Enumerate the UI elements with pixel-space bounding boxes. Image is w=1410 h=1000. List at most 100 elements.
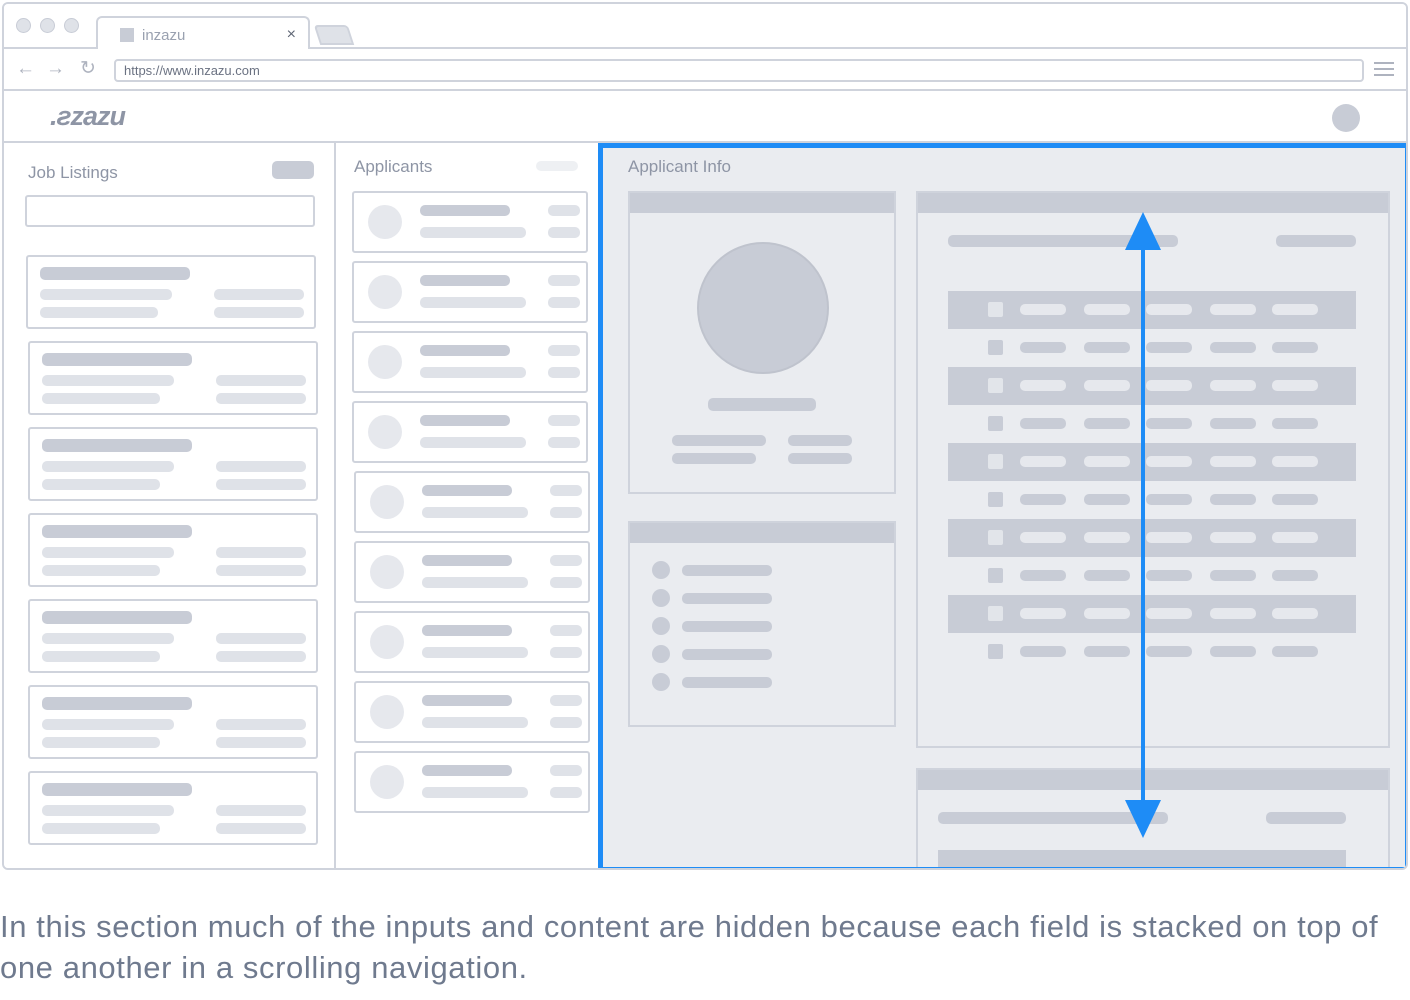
table-cell-placeholder — [1272, 418, 1318, 429]
applicant-stat-placeholder — [550, 625, 582, 636]
row-checkbox[interactable] — [988, 530, 1003, 545]
job-stat-placeholder — [216, 719, 306, 730]
job-listing-card[interactable] — [28, 513, 318, 587]
secondary-action-placeholder — [1266, 812, 1346, 824]
table-cell-placeholder — [1272, 608, 1318, 619]
applicant-name-placeholder — [422, 695, 512, 706]
table-cell-placeholder — [1020, 342, 1066, 353]
applicant-avatar — [368, 345, 402, 379]
radio-option[interactable] — [652, 673, 670, 691]
tab-title: inzazu — [142, 27, 186, 44]
window-maximize-dot[interactable] — [64, 18, 79, 33]
radio-option[interactable] — [652, 645, 670, 663]
row-checkbox[interactable] — [988, 302, 1003, 317]
radio-option[interactable] — [652, 561, 670, 579]
applicant-meta-placeholder — [422, 577, 528, 588]
applicant-name-placeholder — [422, 555, 512, 566]
job-meta-placeholder — [42, 823, 160, 834]
job-stat-placeholder — [216, 823, 306, 834]
applicant-card[interactable] — [354, 471, 590, 533]
applicant-meta-placeholder — [422, 507, 528, 518]
menu-icon[interactable] — [1374, 62, 1394, 78]
job-meta-placeholder — [42, 547, 174, 558]
row-checkbox[interactable] — [988, 606, 1003, 621]
job-meta-placeholder — [40, 289, 172, 300]
applicant-card[interactable] — [352, 191, 588, 253]
job-listing-card[interactable] — [28, 685, 318, 759]
applicant-card[interactable] — [354, 751, 590, 813]
job-meta-placeholder — [42, 719, 174, 730]
app-logo[interactable]: .ƨzazu — [50, 101, 126, 132]
job-stat-placeholder — [216, 651, 306, 662]
applicant-meta-placeholder — [420, 437, 526, 448]
table-cell-placeholder — [1210, 380, 1256, 391]
applicant-card[interactable] — [352, 401, 588, 463]
job-listing-card[interactable] — [28, 771, 318, 845]
browser-tab[interactable]: inzazu × — [96, 16, 310, 52]
job-stat-placeholder — [216, 461, 306, 472]
job-meta-placeholder — [42, 633, 174, 644]
table-cell-placeholder — [1272, 456, 1318, 467]
table-cell-placeholder — [1020, 608, 1066, 619]
job-stat-placeholder — [216, 565, 306, 576]
applicant-card[interactable] — [352, 261, 588, 323]
job-meta-placeholder — [42, 375, 174, 386]
address-bar: ← → ↻ https://www.inzazu.com — [4, 49, 1406, 91]
reload-icon[interactable]: ↻ — [80, 59, 96, 79]
job-listing-card[interactable] — [28, 427, 318, 501]
profile-photo — [697, 242, 829, 374]
job-meta-placeholder — [42, 651, 160, 662]
window-close-dot[interactable] — [16, 18, 31, 33]
row-checkbox[interactable] — [988, 454, 1003, 469]
user-avatar[interactable] — [1332, 104, 1360, 132]
row-checkbox[interactable] — [988, 644, 1003, 659]
applicant-stat-placeholder — [548, 227, 580, 238]
table-cell-placeholder — [1272, 342, 1318, 353]
forward-arrow-icon[interactable]: → — [46, 59, 65, 79]
back-arrow-icon[interactable]: ← — [16, 59, 35, 79]
url-input[interactable]: https://www.inzazu.com — [114, 59, 1364, 82]
applicant-card[interactable] — [354, 681, 590, 743]
applicants-count-placeholder — [536, 161, 578, 171]
row-checkbox[interactable] — [988, 492, 1003, 507]
applicant-avatar — [368, 415, 402, 449]
applicant-stat-placeholder — [550, 577, 582, 588]
job-listings-action-button[interactable] — [272, 161, 314, 179]
job-listing-card[interactable] — [28, 599, 318, 673]
job-title-placeholder — [42, 783, 192, 796]
table-cell-placeholder — [1210, 304, 1256, 315]
job-listing-card[interactable] — [28, 341, 318, 415]
job-listing-card[interactable] — [26, 255, 316, 329]
close-icon[interactable]: × — [287, 26, 296, 44]
new-tab-button[interactable] — [313, 25, 355, 45]
applicant-avatar — [368, 205, 402, 239]
job-listings-column: Job Listings — [4, 143, 336, 868]
job-search-input[interactable] — [25, 195, 315, 227]
table-cell-placeholder — [1272, 570, 1318, 581]
applicant-avatar — [370, 765, 404, 799]
applicant-stat-placeholder — [548, 367, 580, 378]
radio-option[interactable] — [652, 589, 670, 607]
applicant-meta-placeholder — [422, 787, 528, 798]
table-cell-placeholder — [1020, 494, 1066, 505]
window-minimize-dot[interactable] — [40, 18, 55, 33]
table-cell-placeholder — [1272, 532, 1318, 543]
applicant-card[interactable] — [352, 331, 588, 393]
radio-option[interactable] — [652, 617, 670, 635]
applicant-stat-placeholder — [548, 205, 580, 216]
job-title-placeholder — [42, 353, 192, 366]
profile-card — [628, 191, 896, 494]
row-checkbox[interactable] — [988, 416, 1003, 431]
caption-text: In this section much of the inputs and c… — [0, 909, 1379, 985]
applicant-name-placeholder — [422, 765, 512, 776]
row-checkbox[interactable] — [988, 378, 1003, 393]
job-listings-title: Job Listings — [28, 163, 118, 182]
applicant-card[interactable] — [354, 541, 590, 603]
row-checkbox[interactable] — [988, 568, 1003, 583]
applicant-card[interactable] — [354, 611, 590, 673]
row-checkbox[interactable] — [988, 340, 1003, 355]
applicant-info-title: Applicant Info — [628, 157, 732, 176]
table-cell-placeholder — [1210, 608, 1256, 619]
profile-card-header — [630, 193, 894, 213]
table-cell-placeholder — [1210, 418, 1256, 429]
